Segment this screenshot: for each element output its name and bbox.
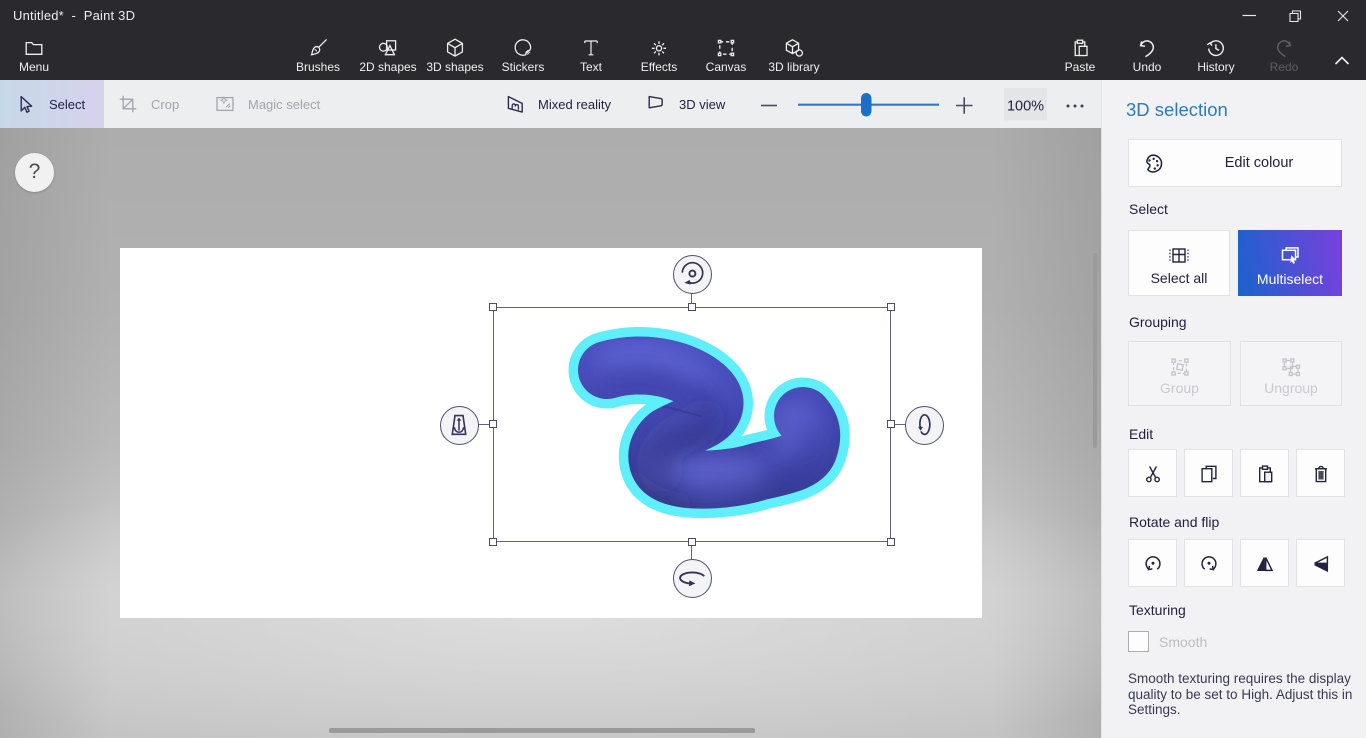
svg-text:100%: 100%: [1007, 99, 1044, 115]
